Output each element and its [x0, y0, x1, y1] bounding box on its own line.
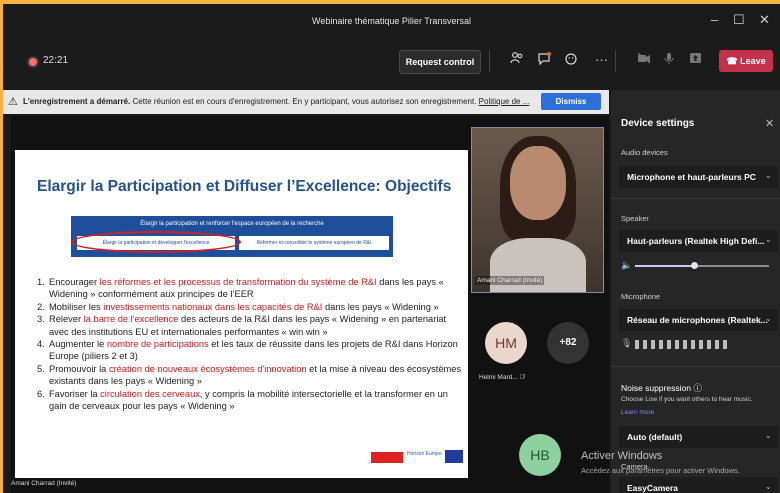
more-participants-badge[interactable]: +82: [547, 322, 589, 364]
meeting-timer: 22:21: [43, 55, 69, 66]
more-options-icon[interactable]: ···: [595, 52, 608, 67]
speaker-name-label: Amani Charrad (Invité): [475, 276, 545, 285]
info-icon: ⓘ: [693, 383, 702, 393]
share-screen-icon[interactable]: [689, 52, 702, 67]
presentation-slide: Elargir la Participation et Diffuser l’E…: [15, 150, 468, 478]
minimize-button[interactable]: –: [711, 12, 718, 27]
window-title: Webinaire thématique Pilier Transversal: [312, 16, 471, 26]
noise-suppression-dropdown[interactable]: Auto (default) ⌄: [619, 426, 778, 448]
avatar[interactable]: HB: [519, 434, 561, 476]
meeting-toolbar: 22:21 Request control ··· ☎ Leave: [3, 42, 780, 78]
privacy-policy-link[interactable]: Politique de ...: [479, 97, 530, 106]
speaker-volume-fill: [635, 265, 694, 267]
slide-diagram-box: Élargir la participation et renforcer l'…: [71, 216, 393, 257]
leave-label: Leave: [740, 56, 766, 66]
list-item: 2. Mobiliser les investissements nationau…: [37, 301, 439, 312]
mic-level-bar: [715, 340, 719, 349]
camera-dropdown[interactable]: EasyCamera ⌄: [619, 477, 778, 493]
title-bar: Webinaire thématique Pilier Transversal …: [3, 4, 780, 42]
speaker-volume-handle[interactable]: [690, 262, 698, 269]
recording-message-bold: L'enregistrement a démarré.: [23, 97, 131, 106]
recording-message-text: Cette réunion est en cours d'enregistrem…: [130, 97, 479, 106]
mic-level-bar: [707, 340, 711, 349]
panel-title: Device settings: [621, 118, 695, 129]
device-settings-panel: Device settings ✕ Audio devices Micropho…: [611, 90, 780, 493]
mic-level-bar: [643, 340, 647, 349]
list-item: 4. Augmenter le nombre de participations …: [37, 339, 458, 362]
noise-hint: Choose Low if you want others to hear mu…: [621, 396, 753, 403]
slide-box-title: Élargir la participation et renforcer l'…: [140, 221, 324, 227]
slide-logos: Horizon Europe: [371, 450, 463, 466]
warning-icon: ⚠: [8, 96, 18, 108]
list-item: 5. Promouvoir la création de nouveaux éco…: [37, 363, 462, 387]
mic-level-bar: [683, 340, 687, 349]
recording-banner: ⚠ L'enregistrement a démarré. Cette réun…: [3, 90, 609, 114]
chevron-down-icon: ⌄: [765, 431, 772, 440]
ministry-logo: [371, 452, 403, 463]
close-icon[interactable]: ✕: [765, 117, 774, 130]
mic-level-bar: [659, 340, 663, 349]
mic-level-bar: [651, 340, 655, 349]
eu-flag-logo: [445, 450, 463, 463]
phone-hangup-icon: ☎: [726, 56, 741, 66]
highlight-oval: [71, 231, 241, 253]
participant-name-label: Helmi Mard... 🎙̸: [479, 374, 525, 381]
participants-icon[interactable]: [510, 52, 524, 67]
slide-objectives-list: 1. Encourager les réformes et les process…: [37, 276, 462, 412]
chevron-down-icon: ⌄: [765, 171, 772, 180]
toolbar-divider: [489, 50, 490, 72]
close-window-button[interactable]: ✕: [759, 12, 770, 28]
noise-suppression-label: Noise suppression ⓘ: [621, 383, 702, 393]
avatar[interactable]: HM: [485, 322, 527, 364]
mic-level-bar: [675, 340, 679, 349]
list-item: 6. Favoriser la circulation des cerveaux,…: [37, 388, 448, 412]
mic-level-bar: [691, 340, 695, 349]
mic-level-bar: [699, 340, 703, 349]
microphone-off-icon[interactable]: [663, 52, 675, 68]
dismiss-button[interactable]: Dismiss: [541, 93, 601, 110]
muted-microphone-icon: 🎙̸: [519, 374, 525, 381]
chevron-down-icon: ⌄: [765, 314, 772, 323]
chevron-down-icon: ⌄: [765, 235, 772, 244]
speaker-volume-icon: 🔈: [621, 260, 633, 270]
chat-icon[interactable]: [537, 52, 551, 68]
recording-icon: [27, 56, 39, 68]
teams-window: Webinaire thématique Pilier Transversal …: [3, 4, 780, 493]
reactions-icon[interactable]: [565, 52, 579, 68]
toolbar-divider: [615, 50, 616, 72]
learn-more-link[interactable]: Learn more: [621, 409, 654, 416]
recording-message: L'enregistrement a démarré. Cette réunio…: [23, 97, 529, 106]
mic-level-bar: [635, 340, 639, 349]
chevron-down-icon: ⌄: [765, 482, 772, 491]
audio-device-dropdown[interactable]: Microphone et haut-parleurs PC ⌄: [619, 166, 778, 188]
maximize-button[interactable]: ☐: [733, 12, 745, 28]
list-item: 1. Encourager les réformes et les process…: [37, 277, 444, 300]
microphone-label: Microphone: [621, 292, 661, 301]
presenter-name-label: Amani Charrad (Invité): [11, 480, 77, 487]
request-control-button[interactable]: Request control: [399, 50, 481, 74]
windows-activation-hint: Accédez aux paramètres pour activer Wind…: [581, 466, 740, 475]
slide-title: Elargir la Participation et Diffuser l’E…: [37, 178, 452, 195]
leave-button[interactable]: ☎ Leave: [719, 50, 773, 72]
microphone-level-icon: 🎙: [621, 338, 633, 348]
mic-level-bar: [723, 340, 727, 349]
speaker-video-tile[interactable]: Amani Charrad (Invité): [471, 127, 604, 293]
list-item: 3. Relever la barre de l'excellence des a…: [37, 314, 447, 337]
camera-off-icon[interactable]: [637, 52, 651, 67]
microphone-dropdown[interactable]: Réseau de microphones (Realtek... ⌄: [619, 309, 778, 331]
speaker-dropdown[interactable]: Haut-parleurs (Realtek High Defi... ⌄: [619, 230, 778, 252]
speaker-label: Speaker: [621, 214, 649, 223]
slide-box-right: Réformer et consolider le système europé…: [239, 236, 389, 250]
audio-devices-label: Audio devices: [621, 148, 668, 157]
windows-activation-watermark: Activer Windows: [581, 450, 663, 462]
mic-level-bar: [667, 340, 671, 349]
horizon-europe-logo: Horizon Europe: [407, 451, 442, 457]
